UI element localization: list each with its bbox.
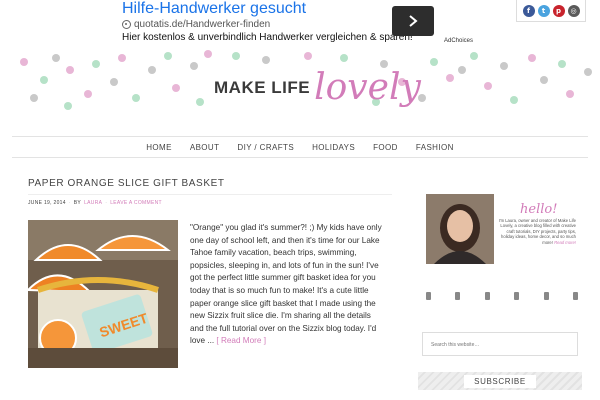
confetti-dot bbox=[30, 94, 38, 102]
confetti-dot bbox=[84, 90, 92, 98]
search-box bbox=[422, 332, 578, 356]
ad-url-text[interactable]: quotatis.de/Handwerker-finden bbox=[134, 19, 270, 30]
subscribe-heading: SUBSCRIBE bbox=[464, 374, 536, 388]
confetti-dot bbox=[20, 58, 28, 66]
twitter-icon[interactable] bbox=[455, 292, 461, 300]
meta-separator: · bbox=[68, 200, 71, 206]
confetti-dot bbox=[118, 54, 126, 62]
facebook-icon[interactable] bbox=[426, 292, 431, 300]
ad-url[interactable]: quotatis.de/Handwerker-finden bbox=[122, 19, 270, 30]
confetti-dot bbox=[540, 76, 548, 84]
pinterest-icon[interactable] bbox=[484, 292, 490, 300]
confetti-dot bbox=[566, 90, 574, 98]
confetti-dot bbox=[52, 54, 60, 62]
logo-text-script: lovely bbox=[314, 67, 421, 108]
search-input[interactable] bbox=[423, 334, 577, 356]
author-photo[interactable] bbox=[426, 194, 494, 264]
confetti-dot bbox=[446, 74, 454, 82]
confetti-dot bbox=[458, 66, 466, 74]
chevron-right-icon bbox=[409, 15, 418, 27]
leave-comment-link[interactable]: LEAVE A COMMENT bbox=[110, 200, 162, 206]
main-nav: HOME ABOUT DIY / CRAFTS HOLIDAYS FOOD FA… bbox=[12, 136, 588, 158]
confetti-dot bbox=[110, 78, 118, 86]
meta-separator: · bbox=[105, 200, 108, 206]
bio-hello: hello! bbox=[520, 202, 558, 217]
confetti-dot bbox=[528, 54, 536, 62]
site-header: MAKE LIFE lovely bbox=[0, 46, 600, 134]
confetti-dot bbox=[196, 98, 204, 106]
rss-icon[interactable] bbox=[572, 292, 578, 300]
confetti-dot bbox=[204, 50, 212, 58]
nav-diy-crafts[interactable]: DIY / CRAFTS bbox=[228, 143, 303, 152]
author-bio: hello! I'm Laura, owner and creator of M… bbox=[496, 194, 578, 264]
confetti-dot bbox=[40, 76, 48, 84]
twitter-icon[interactable]: t bbox=[537, 4, 550, 17]
confetti-dot bbox=[92, 60, 100, 68]
nav-home[interactable]: HOME bbox=[137, 143, 181, 152]
orange-basket-image: SWEET bbox=[28, 220, 178, 368]
post-excerpt: "Orange" you glad it's summer?! ;) My ki… bbox=[190, 222, 386, 348]
site-logo[interactable]: MAKE LIFE lovely bbox=[214, 70, 421, 106]
confetti-dot bbox=[66, 66, 74, 74]
facebook-icon[interactable]: f bbox=[522, 4, 535, 17]
confetti-dot bbox=[484, 82, 492, 90]
bio-text: I'm Laura, owner and creator of Make Lif… bbox=[498, 218, 576, 245]
post-date: JUNE 19, 2014 bbox=[28, 200, 66, 206]
subscribe-widget: SUBSCRIBE bbox=[418, 372, 582, 390]
ad-open-button[interactable] bbox=[392, 6, 434, 36]
author-portrait-image bbox=[426, 194, 494, 264]
pinterest-icon[interactable]: p bbox=[552, 4, 565, 17]
confetti-dot bbox=[262, 56, 270, 64]
post-meta: JUNE 19, 2014 · BY LAURA · LEAVE A COMME… bbox=[28, 200, 162, 206]
post-author-link[interactable]: LAURA bbox=[84, 200, 102, 206]
ad-banner[interactable]: Hilfe-Handwerker gesucht quotatis.de/Han… bbox=[118, 0, 480, 46]
sidebar-social-icons bbox=[426, 292, 578, 300]
logo-text-main: MAKE LIFE bbox=[214, 78, 311, 97]
nav-food[interactable]: FOOD bbox=[364, 143, 407, 152]
confetti-dot bbox=[340, 54, 348, 62]
nav-holidays[interactable]: HOLIDAYS bbox=[303, 143, 364, 152]
social-icons: f t p ◎ bbox=[516, 0, 586, 22]
confetti-dot bbox=[164, 52, 172, 60]
ad-description: Hier kostenlos & unverbindlich Handwerke… bbox=[122, 32, 413, 43]
confetti-dot bbox=[470, 52, 478, 60]
confetti-dot bbox=[172, 84, 180, 92]
adchoices-link[interactable]: AdChoices bbox=[444, 38, 473, 44]
divider bbox=[28, 194, 392, 195]
confetti-dot bbox=[510, 96, 518, 104]
confetti-dot bbox=[64, 102, 72, 110]
confetti-dot bbox=[558, 60, 566, 68]
confetti-dot bbox=[584, 68, 592, 76]
post-title[interactable]: PAPER ORANGE SLICE GIFT BASKET bbox=[28, 178, 225, 189]
confetti-dot bbox=[132, 94, 140, 102]
ad-title-link[interactable]: Hilfe-Handwerker gesucht bbox=[122, 0, 306, 18]
post-featured-image[interactable]: SWEET bbox=[28, 220, 178, 368]
bio-read-more[interactable]: Read more! bbox=[554, 240, 576, 245]
nav-about[interactable]: ABOUT bbox=[181, 143, 229, 152]
confetti-dot bbox=[304, 52, 312, 60]
read-more-link[interactable]: [ Read More ] bbox=[216, 336, 266, 345]
nav-fashion[interactable]: FASHION bbox=[407, 143, 463, 152]
confetti-dot bbox=[232, 52, 240, 60]
confetti-dot bbox=[430, 58, 438, 66]
instagram-icon[interactable] bbox=[514, 292, 520, 300]
instagram-icon[interactable]: ◎ bbox=[567, 4, 580, 17]
location-pin-icon bbox=[122, 20, 131, 29]
confetti-dot bbox=[500, 62, 508, 70]
google-plus-icon[interactable] bbox=[543, 292, 549, 300]
confetti-dot bbox=[148, 66, 156, 74]
post-body: "Orange" you glad it's summer?! ;) My ki… bbox=[190, 223, 382, 346]
post-by: BY bbox=[73, 200, 82, 206]
confetti-dot bbox=[190, 62, 198, 70]
